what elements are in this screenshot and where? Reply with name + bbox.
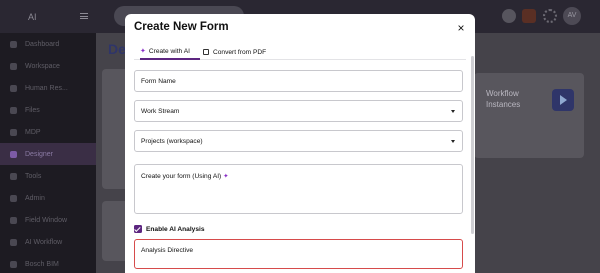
app-logo-icon[interactable] [522,9,536,23]
page-title: De [108,41,126,57]
brand-logo: AI [28,12,37,22]
sidebar-item[interactable]: Dashboard [0,33,96,55]
nav-icon [10,194,17,202]
sidebar-item-label: Bosch BIM [25,260,59,268]
sidebar-item[interactable]: Human Res... [0,77,96,99]
nav-icon [10,238,17,246]
sidebar-item-label: Field Window [25,216,68,224]
sidebar-item[interactable]: MDP [0,121,96,143]
sidebar-item[interactable]: Workspace [0,55,96,77]
sidebar-item[interactable]: AI Workflow [0,231,96,253]
play-icon[interactable] [552,89,574,111]
nav-icon [10,128,17,136]
nav-icon [10,260,17,268]
form-name-input[interactable]: Form Name [134,70,463,92]
ai-prompt-textarea[interactable]: Create your form (Using AI) ✦ [134,164,463,214]
nav-icon [10,216,17,224]
analysis-directive-field[interactable]: Analysis Directive [134,239,463,269]
sidebar-item[interactable]: Field Window [0,209,96,231]
tab-convert-from-pdf[interactable]: Convert from PDF [203,44,275,60]
sidebar: Dashboard Workspace Human Res... Files MDP De… [0,33,96,273]
chevron-down-icon [451,110,455,113]
menu-icon[interactable] [80,13,88,19]
enable-ai-analysis-row: Enable AI Analysis [134,224,205,234]
projects-value: Projects (workspace) [141,137,203,145]
sidebar-item[interactable]: Designer [0,143,96,165]
sidebar-item-label: Tools [25,172,42,180]
modal-header: Create New Form × [125,14,475,44]
nav-icon [10,84,17,92]
sidebar-item-label: AI Workflow [25,238,63,246]
modal-title: Create New Form [134,21,229,33]
modal-scrollbar[interactable] [471,56,474,234]
nav-icon [10,172,17,180]
document-icon [203,49,209,55]
gear-icon[interactable] [543,9,557,23]
sparkle-icon: ✦ [140,48,146,55]
tab-label: Convert from PDF [213,48,267,56]
workflow-card [474,73,584,158]
sidebar-item-label: Workspace [25,62,60,70]
nav-icon [10,40,17,48]
search-icon[interactable] [502,9,516,23]
form-name-placeholder: Form Name [141,77,176,85]
tab-label: Create with AI [148,47,190,55]
sidebar-item-label: Files [25,106,40,114]
sidebar-item-label: Human Res... [25,84,68,92]
sidebar-item[interactable]: Admin [0,187,96,209]
analysis-directive-label: Analysis Directive [141,247,194,254]
sidebar-item-label: Dashboard [25,40,60,48]
nav-icon [10,62,17,70]
nav-icon [10,150,17,158]
sparkle-icon: ✦ [223,173,229,180]
ai-prompt-placeholder: Create your form (Using AI) [141,173,222,180]
sidebar-item[interactable]: Files [0,99,96,121]
tab-create-with-ai[interactable]: ✦ Create with AI [140,44,200,60]
workflow-card-label: Workflow Instances [486,89,521,109]
enable-ai-analysis-checkbox[interactable] [134,225,142,233]
sidebar-item-label: Admin [25,194,45,202]
sidebar-item[interactable]: Bosch BIM [0,253,96,273]
sidebar-item[interactable]: Tools [0,165,96,187]
work-stream-value: Work Stream [141,107,180,115]
sidebar-item-label: Designer [25,150,54,158]
work-stream-select[interactable]: Work Stream [134,100,463,122]
nav-icon [10,106,17,114]
sidebar-item-label: MDP [25,128,41,136]
enable-ai-analysis-label: Enable AI Analysis [146,225,205,233]
chevron-down-icon [451,140,455,143]
close-icon[interactable]: × [455,22,467,34]
create-form-modal: Create New Form × ✦ Create with AI Conve… [125,14,475,273]
form-source-tabs: ✦ Create with AI Convert from PDF [134,44,466,60]
projects-select[interactable]: Projects (workspace) [134,130,463,152]
avatar[interactable]: AV [563,7,581,25]
